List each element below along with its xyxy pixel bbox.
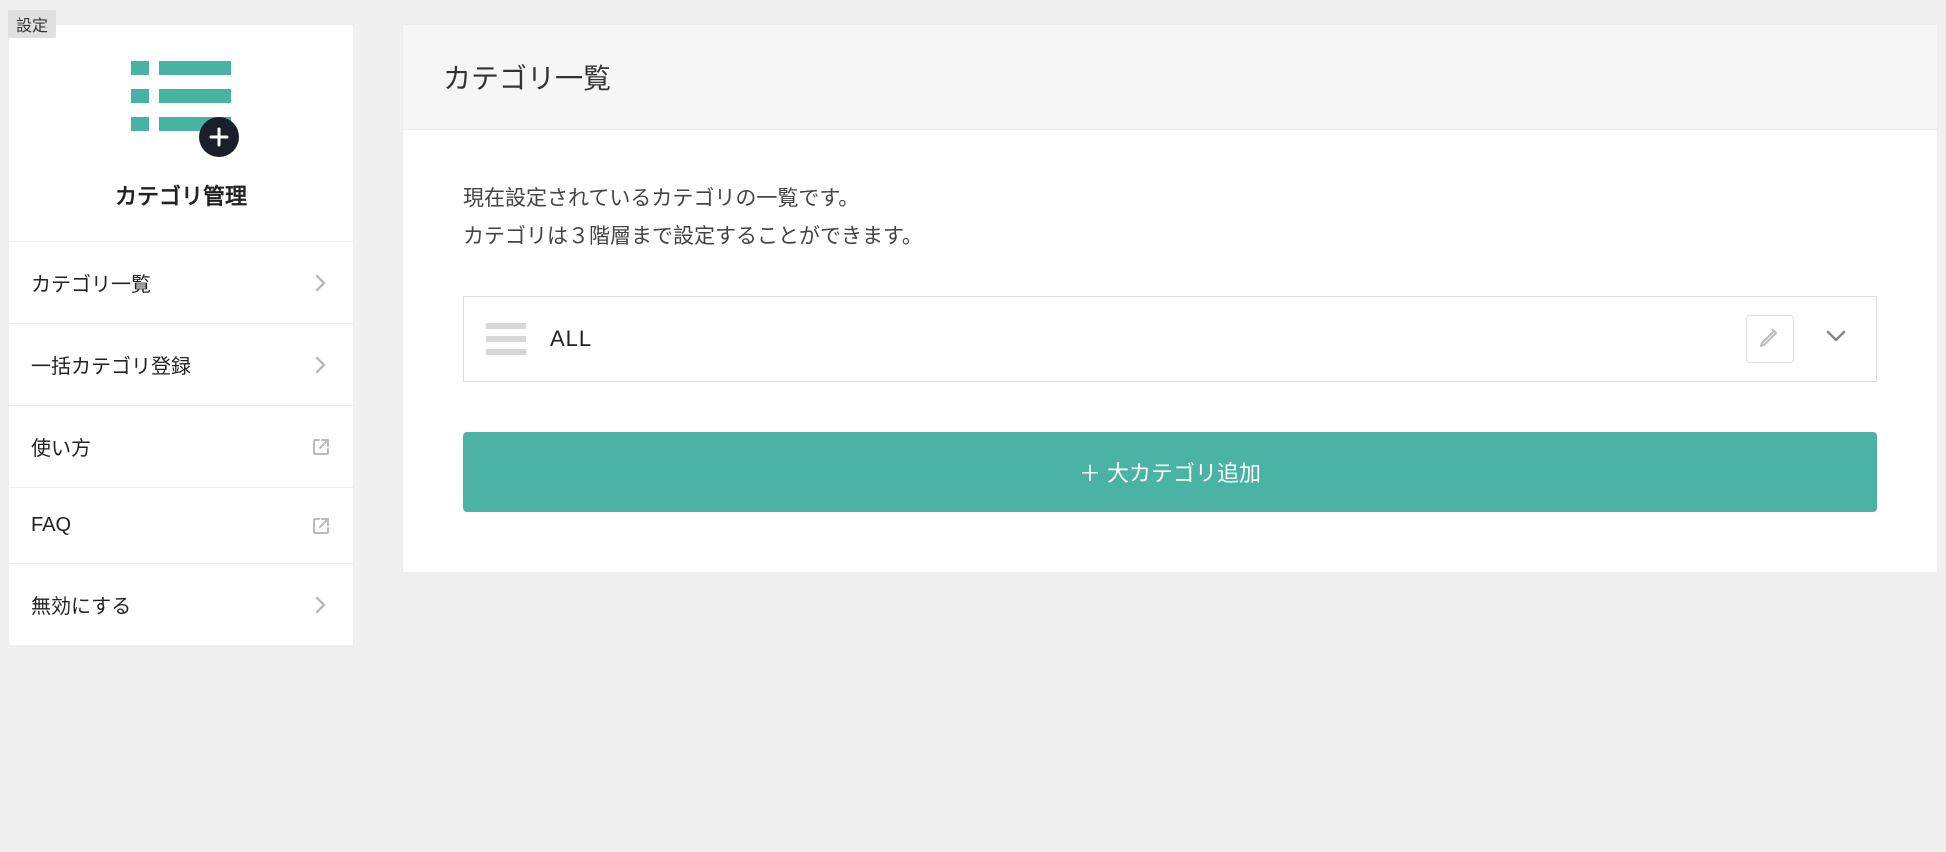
chevron-right-icon	[311, 595, 331, 615]
main-panel: カテゴリ一覧 現在設定されているカテゴリの一覧です。 カテゴリは３階層まで設定す…	[402, 24, 1938, 573]
description-line: 現在設定されているカテゴリの一覧です。	[463, 180, 1877, 218]
chevron-right-icon	[311, 355, 331, 375]
page-title: カテゴリ一覧	[443, 57, 1897, 97]
sidebar-header: カテゴリ管理	[9, 25, 353, 242]
plus-icon	[199, 117, 239, 157]
description: 現在設定されているカテゴリの一覧です。 カテゴリは３階層まで設定することができま…	[463, 180, 1877, 256]
sidebar-item-category-list[interactable]: カテゴリ一覧	[9, 242, 353, 324]
main-body: 現在設定されているカテゴリの一覧です。 カテゴリは３階層まで設定することができま…	[403, 130, 1937, 572]
category-list-icon	[131, 61, 231, 151]
category-row: ALL	[463, 296, 1877, 382]
edit-button[interactable]	[1746, 315, 1794, 363]
sidebar-item-label: 一括カテゴリ登録	[31, 350, 191, 379]
add-button-label: ＋ 大カテゴリ追加	[1079, 456, 1261, 488]
external-link-icon	[311, 516, 331, 536]
description-line: カテゴリは３階層まで設定することができます。	[463, 218, 1877, 256]
main-header: カテゴリ一覧	[403, 25, 1937, 130]
external-link-icon	[311, 437, 331, 457]
sidebar-item-label: FAQ	[31, 514, 71, 537]
expand-button[interactable]	[1818, 321, 1854, 357]
sidebar-item-usage[interactable]: 使い方	[9, 406, 353, 488]
add-category-button[interactable]: ＋ 大カテゴリ追加	[463, 432, 1877, 512]
sidebar: カテゴリ管理 カテゴリ一覧 一括カテゴリ登録 使い方 FAQ	[8, 24, 354, 647]
sidebar-item-disable[interactable]: 無効にする	[9, 564, 353, 646]
chevron-right-icon	[311, 273, 331, 293]
drag-handle-icon[interactable]	[486, 323, 526, 355]
sidebar-item-faq[interactable]: FAQ	[9, 488, 353, 564]
sidebar-title: カテゴリ管理	[115, 179, 247, 211]
sidebar-item-label: カテゴリ一覧	[31, 268, 151, 297]
chevron-down-icon	[1826, 329, 1846, 348]
sidebar-item-label: 使い方	[31, 432, 91, 461]
layout: カテゴリ管理 カテゴリ一覧 一括カテゴリ登録 使い方 FAQ	[0, 0, 1946, 655]
pencil-icon	[1758, 325, 1782, 352]
settings-badge: 設定	[8, 10, 56, 38]
sidebar-item-bulk-register[interactable]: 一括カテゴリ登録	[9, 324, 353, 406]
category-name: ALL	[550, 326, 1722, 352]
sidebar-item-label: 無効にする	[31, 590, 131, 619]
